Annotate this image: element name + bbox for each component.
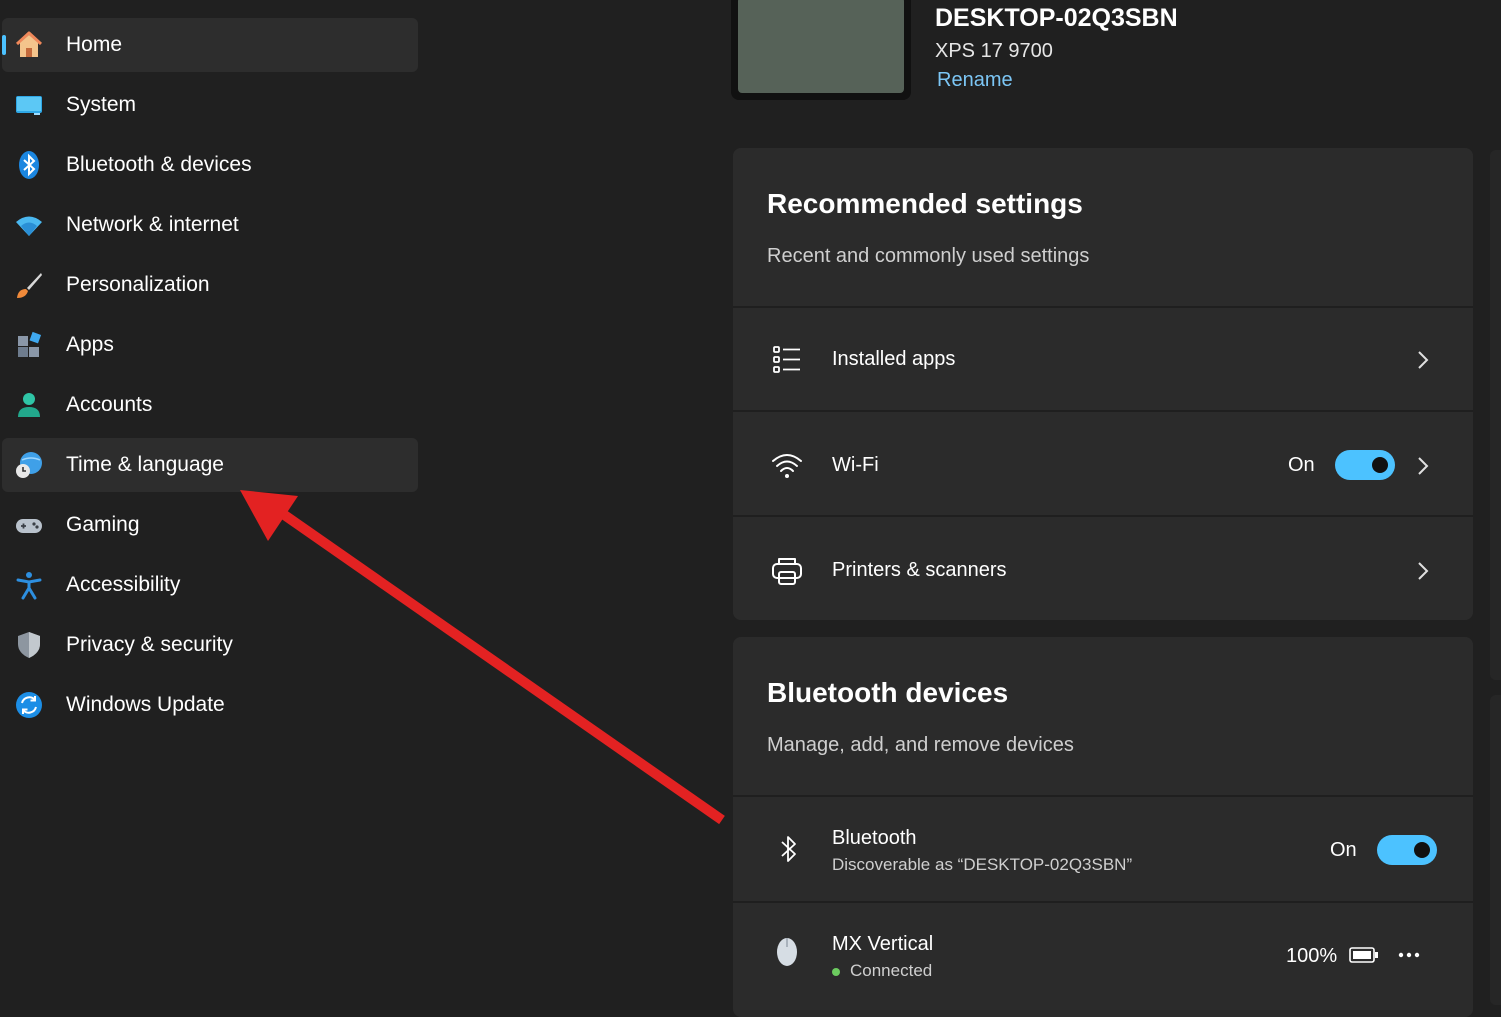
wifi-icon <box>16 216 42 236</box>
sidebar-item-time-language[interactable]: Time & language <box>2 438 418 492</box>
device-wallpaper-thumbnail <box>731 0 911 100</box>
sidebar-item-label: Apps <box>66 333 114 356</box>
row-label: Printers & scanners <box>832 559 1007 581</box>
row-label: Installed apps <box>832 348 956 370</box>
system-icon <box>16 96 42 115</box>
rename-link[interactable]: Rename <box>937 69 1013 92</box>
sidebar-item-label: Privacy & security <box>66 633 233 656</box>
card-subtitle: Manage, add, and remove devices <box>767 734 1074 756</box>
row-label: Wi-Fi <box>832 454 879 476</box>
card-title: Recommended settings <box>767 188 1083 219</box>
sidebar-item-system[interactable]: System <box>2 78 418 132</box>
wallpaper-preview <box>738 0 904 93</box>
card-header: Recommended settings Recent and commonly… <box>733 148 1473 306</box>
apps-icon <box>18 331 42 357</box>
sidebar-item-accessibility[interactable]: Accessibility <box>2 558 418 612</box>
bluetooth-icon <box>781 836 796 862</box>
sidebar-item-label: Home <box>66 33 123 56</box>
accessibility-icon <box>16 572 42 600</box>
sidebar-item-accounts[interactable]: Accounts <box>2 378 418 432</box>
mouse-icon <box>777 938 797 966</box>
sidebar-item-bluetooth[interactable]: Bluetooth & devices <box>2 138 418 192</box>
recommended-settings-card: Recommended settings Recent and commonly… <box>733 148 1473 620</box>
toggle-knob <box>1372 457 1388 473</box>
installed-apps-row[interactable]: Installed apps <box>733 306 1473 410</box>
sidebar-item-label: System <box>66 93 137 116</box>
sidebar-item-network[interactable]: Network & internet <box>2 198 418 252</box>
brush-icon <box>17 273 42 298</box>
connected-dot <box>832 968 840 976</box>
active-indicator <box>2 35 6 55</box>
wifi-state-label: On <box>1288 454 1315 476</box>
sidebar-item-gaming[interactable]: Gaming <box>2 498 418 552</box>
chevron-right-icon <box>1418 351 1429 369</box>
sidebar-item-label: Network & internet <box>66 213 239 236</box>
bluetooth-icon <box>19 151 39 179</box>
sidebar-nav: Home System Bluetooth & devices Network … <box>0 0 430 1005</box>
more-options-icon[interactable] <box>1397 947 1421 963</box>
update-icon <box>16 692 42 718</box>
sidebar-item-label: Accessibility <box>66 573 181 596</box>
card-subtitle: Recent and commonly used settings <box>767 245 1090 267</box>
sidebar-item-label: Windows Update <box>66 693 225 716</box>
connection-status: Connected <box>850 961 933 980</box>
sidebar-item-label: Time & language <box>66 453 224 476</box>
device-row-mx-vertical[interactable]: MX Vertical Connected 100% <box>733 901 1473 1017</box>
sidebar-item-apps[interactable]: Apps <box>2 318 418 372</box>
sidebar-item-windows-update[interactable]: Windows Update <box>2 678 418 732</box>
list-icon <box>773 346 800 373</box>
discoverable-text: Discoverable as “DESKTOP-02Q3SBN” <box>832 855 1133 874</box>
battery-icon <box>1349 947 1378 963</box>
device-model: XPS 17 9700 <box>935 40 1053 62</box>
chevron-right-icon <box>1418 457 1429 475</box>
sidebar-item-home[interactable]: Home <box>2 18 418 72</box>
shield-icon <box>18 632 40 658</box>
row-label: Bluetooth <box>832 827 917 849</box>
device-name: DESKTOP-02Q3SBN <box>935 4 1178 32</box>
bluetooth-devices-card: Bluetooth devices Manage, add, and remov… <box>733 637 1473 1017</box>
sidebar-item-label: Bluetooth & devices <box>66 153 252 176</box>
bluetooth-state-label: On <box>1330 839 1357 861</box>
toggle-knob <box>1414 842 1430 858</box>
row-label: MX Vertical <box>832 933 934 955</box>
wifi-toggle[interactable] <box>1335 450 1395 480</box>
sidebar-item-label: Gaming <box>66 513 140 536</box>
card-header: Bluetooth devices Manage, add, and remov… <box>733 637 1473 795</box>
wifi-row[interactable]: Wi-Fi On <box>733 410 1473 515</box>
battery-level: 100% <box>1286 945 1338 967</box>
sidebar-item-label: Personalization <box>66 273 210 296</box>
wifi-icon <box>772 454 802 478</box>
bluetooth-toggle[interactable] <box>1377 835 1437 865</box>
sidebar-item-personalization[interactable]: Personalization <box>2 258 418 312</box>
home-icon <box>15 31 43 57</box>
sidebar-item-privacy[interactable]: Privacy & security <box>2 618 418 672</box>
globe-clock-icon <box>16 452 42 478</box>
gamepad-icon <box>16 519 42 533</box>
bluetooth-row[interactable]: Bluetooth Discoverable as “DESKTOP-02Q3S… <box>733 795 1473 901</box>
account-icon <box>18 393 40 417</box>
printer-icon <box>772 558 802 585</box>
adjacent-card-edge <box>1490 695 1501 1005</box>
chevron-right-icon <box>1418 562 1429 580</box>
printers-scanners-row[interactable]: Printers & scanners <box>733 515 1473 620</box>
adjacent-card-edge <box>1490 150 1501 680</box>
card-title: Bluetooth devices <box>767 677 1009 708</box>
sidebar-item-label: Accounts <box>66 393 153 416</box>
